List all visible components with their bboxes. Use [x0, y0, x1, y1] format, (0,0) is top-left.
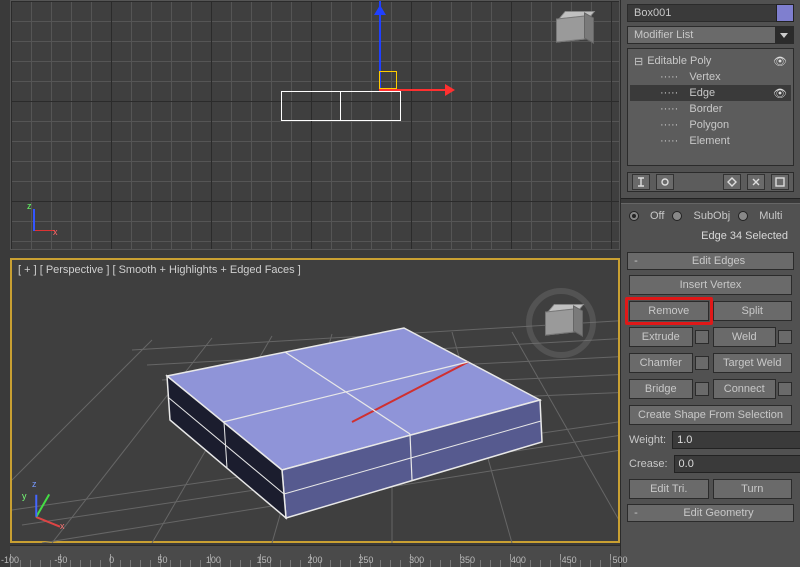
perspective-scene	[12, 260, 618, 543]
arrow-x-icon	[445, 84, 461, 96]
stack-root[interactable]: ⊟ Editable Poly 👁	[630, 53, 791, 69]
chevron-down-icon	[775, 27, 793, 43]
stack-item-element[interactable]: ····· Element	[630, 133, 791, 149]
viewcube[interactable]	[539, 304, 583, 342]
bridge-button[interactable]: Bridge	[629, 379, 693, 399]
extrude-button[interactable]: Extrude	[629, 327, 693, 347]
axis-z-icon	[35, 494, 37, 516]
pin-stack-icon[interactable]	[632, 174, 650, 190]
axis-tripod: x z	[23, 201, 63, 241]
ruler-tick: -50	[54, 555, 67, 565]
axis-x-icon	[33, 230, 55, 232]
target-weld-button[interactable]: Target Weld	[713, 353, 793, 373]
command-panel: Box001 Modifier List ⊟ Editable Poly 👁 ·…	[620, 0, 800, 567]
ruler-tick: 150	[257, 555, 272, 565]
selection-status: Edge 34 Selected	[621, 226, 800, 250]
ruler-tick: 200	[307, 555, 322, 565]
weight-input[interactable]	[672, 431, 800, 449]
weld-button[interactable]: Weld	[713, 327, 777, 347]
ruler-tick: 250	[358, 555, 373, 565]
axis-x-icon	[36, 516, 61, 527]
extrude-settings-button[interactable]	[695, 330, 709, 344]
ruler-tick: 400	[511, 555, 526, 565]
arrow-z-icon	[374, 0, 386, 15]
ruler-tick: 350	[460, 555, 475, 565]
turn-button[interactable]: Turn	[713, 479, 793, 499]
selection-mode-row: Off SubObj Multi	[621, 206, 800, 226]
radio-off[interactable]	[629, 211, 639, 221]
ruler-tick: 500	[612, 555, 627, 565]
axis-z-label: z	[32, 479, 37, 489]
edit-tri-button[interactable]: Edit Tri.	[629, 479, 709, 499]
ruler-tick: 450	[562, 555, 577, 565]
radio-multi[interactable]	[738, 211, 748, 221]
timeline-ruler[interactable]: -100-50050100150200250300350400450500	[10, 545, 620, 567]
axis-z-label: z	[27, 201, 32, 211]
viewcube-side-face	[573, 305, 583, 337]
ruler-tick: 100	[206, 555, 221, 565]
ruler-tick: 50	[157, 555, 167, 565]
weight-label: Weight:	[629, 434, 666, 446]
object-color-swatch[interactable]	[776, 4, 794, 22]
axis-y-icon	[35, 493, 49, 516]
split-button[interactable]: Split	[713, 301, 793, 321]
crease-spinner[interactable]	[674, 455, 800, 473]
wire-box-half	[281, 91, 341, 121]
viewport-top[interactable]: x z	[10, 0, 620, 250]
viewcube-side-face	[584, 12, 594, 44]
ruler-tick: -100	[1, 555, 19, 565]
viewcube[interactable]	[550, 11, 594, 49]
stack-item-edge[interactable]: ····· Edge 👁	[630, 85, 791, 101]
ruler-tick: 0	[109, 555, 114, 565]
rollout-edit-geometry[interactable]: -Edit Geometry	[627, 504, 794, 522]
modifier-stack[interactable]: ⊟ Editable Poly 👁 ····· Vertex ····· Edg…	[627, 48, 794, 166]
axis-tripod: x y z	[22, 481, 72, 531]
visibility-icon[interactable]: 👁	[769, 55, 787, 68]
axis-z-icon	[33, 209, 35, 231]
stack-toolbar	[627, 172, 794, 192]
gizmo-plane-icon	[379, 71, 397, 89]
viewport-perspective[interactable]: [ + ] [ Perspective ] [ Smooth + Highlig…	[10, 258, 620, 543]
axis-z-icon	[379, 1, 381, 91]
weight-spinner[interactable]	[672, 431, 800, 449]
modifier-list-dropdown[interactable]: Modifier List	[627, 26, 794, 44]
radio-subobj[interactable]	[672, 211, 682, 221]
box-mesh	[167, 328, 542, 518]
remove-modifier-icon[interactable]	[747, 174, 765, 190]
remove-button[interactable]: Remove	[629, 301, 709, 321]
bridge-settings-button[interactable]	[695, 382, 709, 396]
show-end-result-icon[interactable]	[656, 174, 674, 190]
crease-input[interactable]	[674, 455, 800, 473]
axis-x-label: x	[53, 227, 58, 237]
chamfer-settings-button[interactable]	[695, 356, 709, 370]
stack-item-polygon[interactable]: ····· Polygon	[630, 117, 791, 133]
stack-item-border[interactable]: ····· Border	[630, 101, 791, 117]
connect-settings-button[interactable]	[778, 382, 792, 396]
weld-settings-button[interactable]	[778, 330, 792, 344]
axis-y-label: y	[22, 491, 27, 501]
viewcube-ring[interactable]	[526, 288, 596, 358]
visibility-icon[interactable]: 👁	[769, 87, 787, 100]
crease-label: Crease:	[629, 458, 668, 470]
chamfer-button[interactable]: Chamfer	[629, 353, 693, 373]
ruler-tick: 300	[409, 555, 424, 565]
stack-item-vertex[interactable]: ····· Vertex	[630, 69, 791, 85]
rollout-edit-edges[interactable]: -Edit Edges	[627, 252, 794, 270]
axis-x-label: x	[60, 521, 65, 531]
viewcube-front-face	[556, 15, 586, 42]
viewcube-front-face	[545, 308, 575, 335]
make-unique-icon[interactable]	[723, 174, 741, 190]
configure-icon[interactable]	[771, 174, 789, 190]
object-name-field[interactable]: Box001	[627, 4, 794, 22]
create-shape-button[interactable]: Create Shape From Selection	[629, 405, 792, 425]
insert-vertex-button[interactable]: Insert Vertex	[629, 275, 792, 295]
connect-button[interactable]: Connect	[713, 379, 777, 399]
